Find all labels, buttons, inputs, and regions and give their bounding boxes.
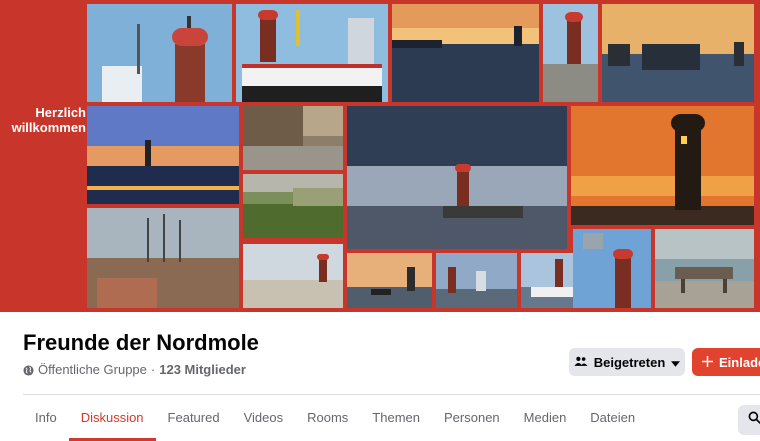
photo-pilot-boat-lighthouse [236,4,388,102]
tab-medien[interactable]: Medien [512,404,579,438]
joined-button[interactable]: Beigetreten [569,348,685,376]
tab-videos[interactable]: Videos [232,404,296,438]
photo-rusty-breakwater [243,106,343,170]
globe-icon [23,364,34,376]
group-tabs: Info Diskussion Featured Videos Rooms Th… [23,404,647,441]
photo-night-harbor-lights [87,106,239,204]
photo-lighthouse-on-pier [543,4,598,102]
invite-button[interactable]: Einladen [692,348,760,376]
photo-orange-sky-lighthouse [571,106,754,225]
group-search-button[interactable] [738,405,760,435]
member-count[interactable]: 123 Mitglieder [159,362,246,377]
photo-lighthouse-blue-sky [573,229,651,308]
photo-sunset-pier [392,4,539,102]
photo-mossy-stones [243,174,343,238]
photo-tall-ship-harbor [87,208,239,308]
meta-separator: · [150,362,156,377]
header-divider [23,394,760,395]
cover-photo[interactable]: Herzlich willkommen [0,0,760,312]
photo-ship-passing-pier [602,4,754,102]
welcome-line-2: willkommen [11,120,86,135]
tab-personen[interactable]: Personen [432,404,512,438]
plus-icon [702,355,713,370]
welcome-line-1: Herzlich [35,105,86,120]
photo-lighthouse-with-ship-mast [87,4,232,102]
people-icon [574,355,588,370]
photo-bench-waterfront [655,229,754,308]
invite-button-label: Einladen [719,354,760,370]
search-icon [748,411,760,429]
group-title[interactable]: Freunde der Nordmole [23,330,259,356]
group-meta: Öffentliche Gruppe · 123 Mitglieder [23,362,246,377]
tab-diskussion[interactable]: Diskussion [68,404,156,441]
caret-down-icon [671,355,681,370]
tab-featured[interactable]: Featured [156,404,232,438]
photo-lighthouse-calm-water [243,244,343,308]
tab-dateien[interactable]: Dateien [578,404,647,438]
photo-lighthouse-city-skyline [436,253,517,308]
joined-button-label: Beigetreten [593,354,666,370]
welcome-text: Herzlich willkommen [2,105,86,135]
tab-rooms[interactable]: Rooms [295,404,360,438]
photo-storm-clouds-lighthouse [347,106,567,249]
photo-sunset-boat [347,253,432,308]
privacy-label[interactable]: Öffentliche Gruppe [38,362,147,377]
tab-info[interactable]: Info [23,404,69,438]
tab-themen[interactable]: Themen [360,404,432,438]
